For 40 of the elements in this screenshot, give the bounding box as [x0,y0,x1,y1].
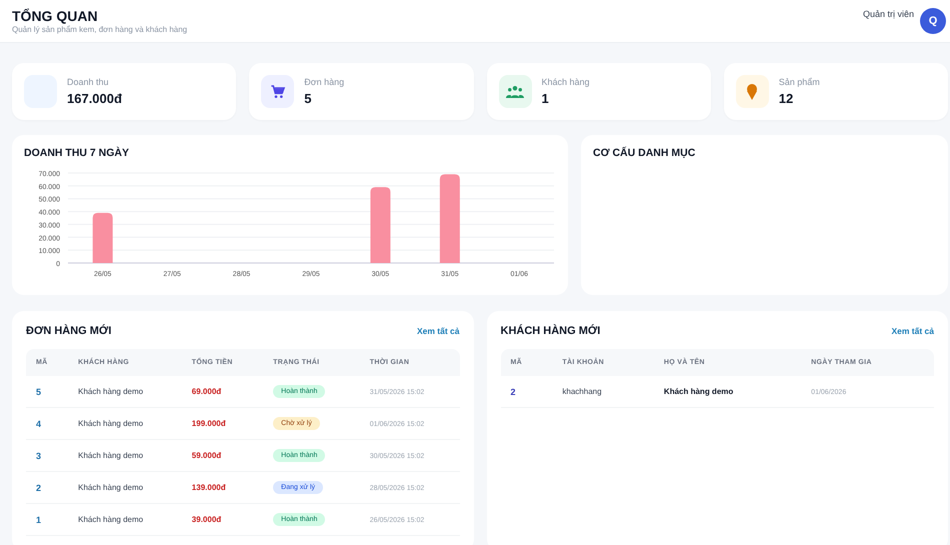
customer-name: Khách hàng demo [664,387,734,396]
order-id[interactable]: 3 [36,450,42,460]
order-id[interactable]: 5 [36,386,42,396]
stat-label: Doanh thu [67,77,110,87]
stat-value: 12 [778,91,794,106]
panel-title: KHÁCH HÀNG MỚI [500,325,600,337]
table-cell: Khách hàng demo [78,419,144,428]
stat-label: Đơn hàng [304,77,344,87]
page-subtitle: Quản lý sản phẩm kem, đơn hàng và khách hàng [12,25,188,34]
view-all-link[interactable]: Xem tất cả [416,326,460,336]
cart-icon [270,84,286,100]
order-id[interactable]: 2 [36,482,42,492]
table-cell: Khách hàng demo [78,387,144,396]
view-all-link[interactable]: Xem tất cả [891,326,934,336]
stat-value: 1 [542,91,550,106]
table-cell: khachhang [562,387,602,396]
stat-label: Sản phẩm [778,77,820,87]
table-cell: Khách hàng demo [78,451,144,460]
order-total: 199.000đ [192,419,226,428]
customer-id[interactable]: 2 [510,386,516,396]
order-total: 69.000đ [192,387,222,396]
revenue-bar [92,212,113,263]
user-avatar[interactable]: Q [920,8,946,34]
users-icon [506,84,524,100]
stat-label: Khách hàng [542,77,590,87]
order-total: 39.000đ [192,515,222,524]
table-cell: Khách hàng demo [78,483,144,492]
order-total: 59.000đ [192,451,222,460]
order-id[interactable]: 4 [36,418,42,428]
table-cell: Khách hàng demo [78,515,144,524]
stat-value: 5 [304,91,312,106]
order-total: 139.000đ [192,483,226,492]
ice-cream-icon [746,82,758,100]
stat-value: 167.000đ [67,91,122,106]
panel-title: CƠ CẤU DANH MỤC [593,147,696,159]
order-id[interactable]: 1 [36,514,42,524]
panel-title: ĐƠN HÀNG MỚI [26,325,112,337]
page-title: TỔNG QUAN [12,8,99,24]
user-role: Quản trị viên [862,9,914,19]
panel-title: DOANH THU 7 NGÀY [24,147,130,159]
